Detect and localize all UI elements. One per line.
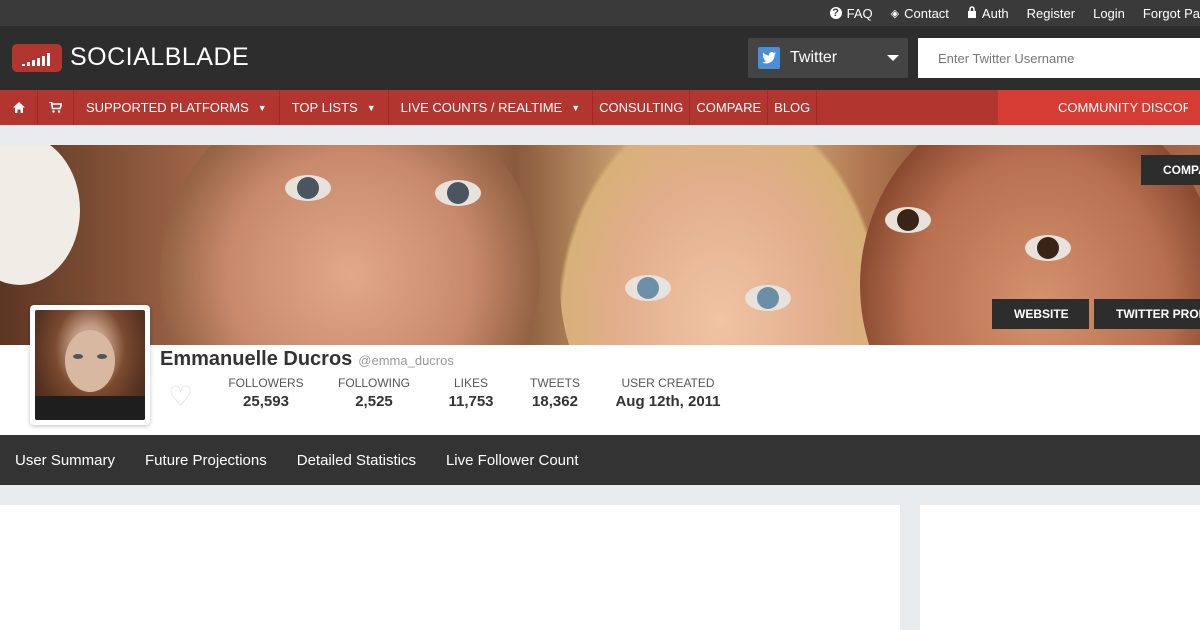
stat-label: TWEETS — [530, 376, 580, 390]
tab-detailed-statistics[interactable]: Detailed Statistics — [297, 452, 416, 469]
profile-name: Emmanuelle Ducros — [160, 348, 353, 370]
chevron-down-icon: ▼ — [366, 102, 376, 113]
stat-value: 11,753 — [448, 393, 494, 410]
tab-future-projections[interactable]: Future Projections — [145, 452, 267, 469]
stat-user-created: USER CREATED Aug 12th, 2011 — [610, 376, 726, 410]
login-link[interactable]: Login — [1093, 6, 1125, 21]
utility-links: ? FAQ ◈ Contact Auth Register Login Forg… — [812, 0, 1200, 26]
profile-handle: @emma_ducros — [358, 353, 454, 368]
chevron-down-icon — [887, 55, 899, 61]
profile-name-row: Emmanuelle Ducros @emma_ducros — [160, 348, 454, 371]
stat-label: USER CREATED — [621, 376, 715, 390]
stat-label: FOLLOWING — [337, 376, 410, 390]
stat-value: 25,593 — [243, 393, 289, 410]
twitter-profile-button-label: TWITTER PROF — [1116, 307, 1200, 321]
stat-value: 2,525 — [355, 393, 393, 410]
nav-top-lists[interactable]: TOP LISTS ▼ — [280, 90, 389, 125]
main-content-panel — [0, 505, 900, 630]
website-button-label: WEBSITE — [1014, 307, 1069, 321]
platform-label: Twitter — [790, 49, 838, 66]
tag-icon: ◈ — [890, 7, 900, 20]
banner-face-woman — [160, 145, 540, 345]
twitter-profile-button[interactable]: TWITTER PROF — [1094, 299, 1200, 329]
top-utility-bar: ? FAQ ◈ Contact Auth Register Login Forg… — [0, 0, 1200, 26]
tab-live-follower-count[interactable]: Live Follower Count — [446, 452, 579, 469]
lock-icon — [967, 5, 977, 21]
chevron-down-icon: ▼ — [257, 102, 267, 113]
nav-compare[interactable]: COMPARE — [690, 90, 769, 125]
nav-compare-label: COMPARE — [696, 100, 762, 115]
shopping-cart-icon — [49, 102, 62, 113]
register-link[interactable]: Register — [1027, 6, 1075, 21]
banner-eye — [435, 180, 481, 206]
profile-banner-image: COMPA WEBSITE TWITTER PROF — [0, 145, 1200, 345]
contact-link[interactable]: ◈ Contact — [891, 6, 949, 21]
heart-icon[interactable]: ♡ — [168, 380, 193, 413]
nav-live-counts[interactable]: LIVE COUNTS / REALTIME ▼ — [389, 90, 594, 125]
nav-community-discord[interactable]: COMMUNITY DISCORD — [998, 90, 1200, 125]
banner-eye — [285, 175, 331, 201]
nav-top-lists-label: TOP LISTS — [291, 100, 358, 115]
chevron-down-icon: ▼ — [571, 102, 581, 113]
forgot-password-link[interactable]: Forgot Pa — [1143, 6, 1200, 21]
banner-eye — [1025, 235, 1071, 261]
profile-tabs: User Summary Future Projections Detailed… — [0, 435, 1200, 485]
faq-label: FAQ — [846, 5, 873, 21]
login-label: Login — [1093, 5, 1125, 21]
forgot-password-label: Forgot Pa — [1142, 5, 1200, 21]
nav-supported-platforms[interactable]: SUPPORTED PLATFORMS ▼ — [74, 90, 280, 125]
nav-consulting[interactable]: CONSULTING — [593, 90, 691, 125]
stat-following: FOLLOWING 2,525 — [334, 376, 414, 410]
nav-shop[interactable] — [38, 90, 74, 125]
avatar — [30, 305, 150, 425]
question-circle-icon: ? — [829, 7, 842, 19]
stat-followers: FOLLOWERS 25,593 — [226, 376, 306, 410]
nav-community-discord-label: COMMUNITY DISCORD — [1058, 100, 1188, 115]
faq-link[interactable]: ? FAQ — [829, 5, 873, 21]
website-button[interactable]: WEBSITE — [992, 299, 1089, 329]
tab-user-summary[interactable]: User Summary — [15, 452, 115, 469]
main-nav: SUPPORTED PLATFORMS ▼ TOP LISTS ▼ LIVE C… — [0, 90, 1200, 125]
register-label: Register — [1026, 5, 1076, 21]
platform-select[interactable]: Twitter — [748, 38, 908, 78]
banner-eye — [625, 275, 671, 301]
stat-tweets: TWEETS 18,362 — [520, 376, 590, 410]
home-icon — [12, 102, 25, 113]
nav-live-counts-label: LIVE COUNTS / REALTIME — [400, 100, 563, 115]
twitter-bird-icon — [758, 47, 780, 69]
logo-bars-icon — [12, 43, 62, 72]
site-header: SOCIALBLADE Twitter — [0, 26, 1200, 90]
socialblade-logo[interactable]: SOCIALBLADE — [12, 43, 249, 72]
stat-label: FOLLOWERS — [228, 376, 304, 390]
compare-button[interactable]: COMPA — [1141, 155, 1200, 185]
banner-face-child — [560, 145, 880, 345]
nav-supported-platforms-label: SUPPORTED PLATFORMS — [86, 100, 249, 115]
auth-label: Auth — [981, 5, 1009, 21]
username-search-input[interactable] — [918, 38, 1200, 78]
auth-link[interactable]: Auth — [967, 6, 1009, 21]
logo-text: SOCIALBLADE — [70, 43, 250, 71]
avatar-photo — [35, 310, 145, 420]
nav-home[interactable] — [0, 90, 38, 125]
nav-blog-label: BLOG — [774, 100, 811, 115]
stat-likes: LIKES 11,753 — [436, 376, 506, 410]
banner-eye — [745, 285, 791, 311]
contact-label: Contact — [904, 5, 949, 21]
stat-value: 18,362 — [532, 393, 578, 410]
banner-eye — [885, 207, 931, 233]
banner-mascot — [0, 145, 80, 285]
nav-consulting-label: CONSULTING — [599, 100, 684, 115]
nav-blog[interactable]: BLOG — [768, 90, 818, 125]
sidebar-panel — [920, 505, 1200, 630]
stat-label: LIKES — [453, 376, 489, 390]
compare-button-label: COMPA — [1163, 163, 1200, 177]
stat-value: Aug 12th, 2011 — [615, 393, 721, 410]
